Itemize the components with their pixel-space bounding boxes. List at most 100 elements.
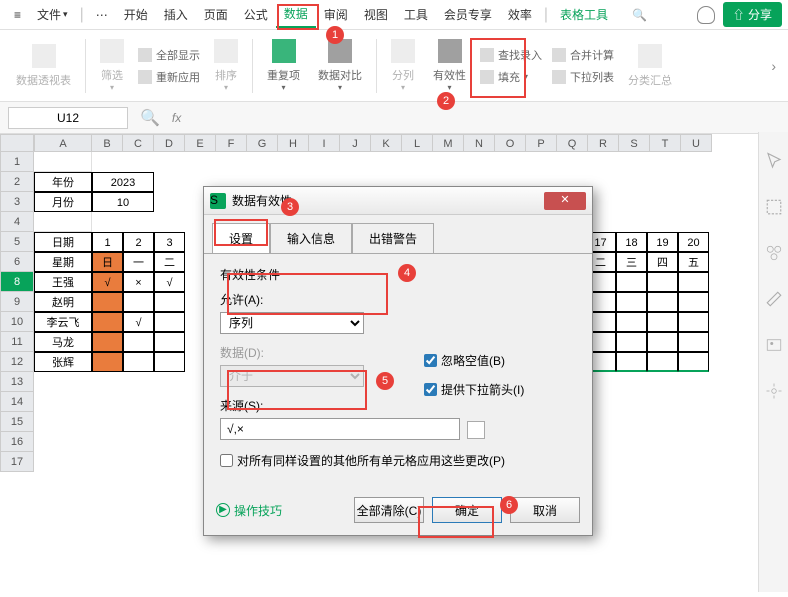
ribbon-sort[interactable]: 排序▾ [206,35,246,96]
col-O[interactable]: O [495,134,526,152]
cell-month-label[interactable]: 月份 [34,192,92,212]
select-all-corner[interactable] [0,134,34,152]
ribbon-split[interactable]: 分列▾ [383,35,423,96]
tab-input-msg[interactable]: 输入信息 [270,223,352,254]
col-G[interactable]: G [247,134,278,152]
dropdown-arrow-checkbox[interactable] [424,383,437,396]
allow-select[interactable]: 序列 [220,312,364,334]
col-C[interactable]: C [123,134,154,152]
separator: | [80,6,84,24]
apply-all-checkbox[interactable] [220,454,233,467]
ribbon-consolidate[interactable]: 合并计算 [548,45,618,65]
col-R[interactable]: R [588,134,619,152]
ribbon-find-input[interactable]: 查找录入 [476,45,546,65]
more-icon[interactable]: ⋯ [88,4,116,26]
menu-eff[interactable]: 效率 [500,2,540,27]
cell-month-value[interactable]: 10 [92,192,154,212]
menu-data[interactable]: 数据 [276,1,316,28]
ribbon-showall[interactable]: 全部显示 [134,45,204,65]
ribbon-duplicates[interactable]: 重复项▾ [259,35,308,96]
ignore-blank-checkbox[interactable] [424,354,437,367]
col-S[interactable]: S [619,134,650,152]
ribbon-dropdown-list[interactable]: 下拉列表 [548,67,618,87]
menu-formula[interactable]: 公式 [236,2,276,27]
dialog-buttons: ▶操作技巧 全部清除(C) 确定 取消 [204,497,592,535]
menu-page[interactable]: 页面 [196,2,236,27]
ribbon-compare[interactable]: 数据对比▾ [310,35,370,96]
col-K[interactable]: K [371,134,402,152]
ribbon-validity[interactable]: 有效性▾ [425,35,474,96]
menu-review[interactable]: 审阅 [316,2,356,27]
cursor-icon[interactable] [765,152,783,170]
play-icon: ▶ [216,503,230,517]
menubar: ≡ 文件 ▾ | ⋯ 开始 插入 页面 公式 数据 审阅 视图 工具 会员专享 … [0,0,788,30]
search-icon[interactable]: 🔍 [624,4,655,26]
range-picker-icon[interactable] [467,421,485,439]
dialog-tabs: 设置 输入信息 出错警告 [204,215,592,253]
styles-icon[interactable] [765,244,783,262]
source-input[interactable] [220,418,460,440]
row-head[interactable]: 1 [0,152,34,172]
col-E[interactable]: E [185,134,216,152]
ribbon-reapply[interactable]: 重新应用 [134,67,204,87]
dialog-body: 有效性条件 允许(A): 序列 数据(D): 介于 来源(S): 忽略空值(B)… [204,253,592,497]
cell-year-label[interactable]: 年份 [34,172,92,192]
cancel-button[interactable]: 取消 [510,497,580,523]
menu-view[interactable]: 视图 [356,2,396,27]
col-U[interactable]: U [681,134,712,152]
col-N[interactable]: N [464,134,495,152]
formula-bar: 🔍 fx [0,102,788,134]
dialog-titlebar[interactable]: S 数据有效性 ✕ [204,187,592,215]
allow-label: 允许(A): [220,291,576,308]
ribbon-subtotal[interactable]: 分类汇总 [620,40,680,92]
menu-insert[interactable]: 插入 [156,2,196,27]
dialog-title: 数据有效性 [232,192,292,209]
menu-tools[interactable]: 工具 [396,2,436,27]
ribbon-fill[interactable]: 填充▾ [476,67,546,87]
clear-all-button[interactable]: 全部清除(C) [354,497,424,523]
col-D[interactable]: D [154,134,185,152]
cell-year-value[interactable]: 2023 [92,172,154,192]
ribbon-pivot[interactable]: 数据透视表 [8,40,79,92]
data-select: 介于 [220,365,364,387]
search-icon[interactable]: 🔍 [140,108,160,128]
col-H[interactable]: H [278,134,309,152]
col-Q[interactable]: Q [557,134,588,152]
file-menu[interactable]: 文件 ▾ [29,2,76,27]
col-A[interactable]: A [34,134,92,152]
ok-button[interactable]: 确定 [432,497,502,523]
col-J[interactable]: J [340,134,371,152]
ribbon: 数据透视表 筛选 ▾ 全部显示 重新应用 排序▾ 重复项▾ 数据对比▾ 分列▾ … [0,30,788,102]
ruler-icon[interactable] [765,290,783,308]
cloud-icon[interactable] [697,6,715,24]
formula-input[interactable] [193,107,780,129]
menu-member[interactable]: 会员专享 [436,2,500,27]
col-T[interactable]: T [650,134,681,152]
app-icon: S [210,193,226,209]
tab-settings[interactable]: 设置 [212,223,270,254]
select-icon[interactable] [765,198,783,216]
col-L[interactable]: L [402,134,433,152]
share-button[interactable]: ⇧ 分享 [723,2,782,27]
validity-section-label: 有效性条件 [220,266,576,283]
col-F[interactable]: F [216,134,247,152]
col-M[interactable]: M [433,134,464,152]
data-validity-dialog: S 数据有效性 ✕ 设置 输入信息 出错警告 有效性条件 允许(A): 序列 数… [203,186,593,536]
menu-start[interactable]: 开始 [116,2,156,27]
tips-link[interactable]: ▶操作技巧 [216,502,282,519]
col-B[interactable]: B [92,134,123,152]
close-button[interactable]: ✕ [544,192,586,210]
right-sidebar [758,132,788,592]
hamburger-icon[interactable]: ≡ [6,4,29,26]
tab-error-alert[interactable]: 出错警告 [352,223,434,254]
cell-reference-input[interactable] [8,107,128,129]
settings-icon[interactable] [765,382,783,400]
ribbon-filter[interactable]: 筛选 ▾ [92,35,132,96]
ribbon-expand-icon[interactable]: › [767,54,780,78]
col-I[interactable]: I [309,134,340,152]
col-P[interactable]: P [526,134,557,152]
table-tools[interactable]: 表格工具 [552,2,616,27]
fx-label[interactable]: fx [172,111,181,125]
column-headers: A B C D E F G H I J K L M N O P Q R S T … [34,134,788,152]
image-icon[interactable] [765,336,783,354]
